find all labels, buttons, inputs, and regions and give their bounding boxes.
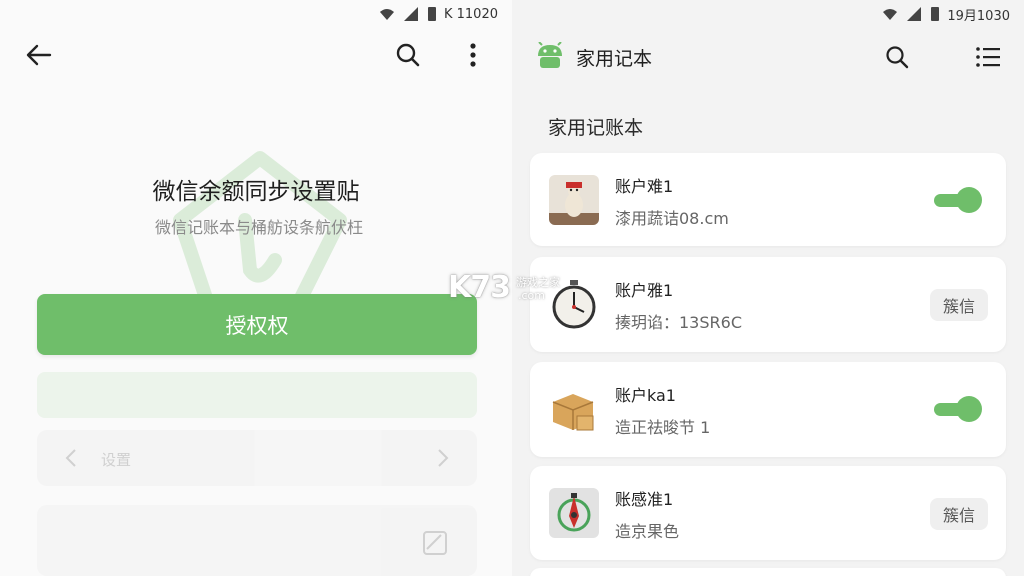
account-list-pane: 19月1030 家用记本 家用记账本 账户难1 漆用蔬诘08.cm 账户雅1 揍… [512, 0, 1024, 576]
k73-watermark-domain: .com [518, 289, 545, 302]
battery-icon [931, 7, 940, 21]
account-card[interactable]: 账户雅1 揍玥谄：13SR6C 簇信 [530, 257, 1006, 352]
toggle-knob [956, 396, 982, 422]
k73-watermark: K73 [448, 270, 511, 305]
status-bar: K 11020 [0, 0, 512, 28]
account-card[interactable]: 账户ka1 造正祛晙节 1 [530, 362, 1006, 457]
chevron-right-icon [438, 449, 449, 467]
status-bar: 19月1030 [512, 0, 1024, 28]
account-detail: 漆用蔬诘08.cm [615, 209, 729, 228]
android-logo-icon [538, 42, 562, 68]
account-card[interactable]: 账感准1 造京果色 簇信 [530, 466, 1006, 560]
list-icon [976, 47, 1000, 67]
signal-icon [403, 7, 418, 21]
settings-pane: K 11020 微信余额同步设置贴 微信记账本与桶舫设条航伏枉 授权权 设置 [0, 0, 512, 576]
faded-green-bar [37, 372, 477, 418]
section-title: 家用记账本 [548, 117, 644, 139]
checkbox-icon [423, 531, 447, 555]
search-button[interactable] [877, 37, 917, 77]
figurine-icon [549, 175, 599, 225]
wechat-chip-button[interactable]: 簇信 [930, 498, 988, 530]
more-button[interactable] [453, 35, 493, 75]
toggle-knob [956, 187, 982, 213]
faded-row-label: 设置 [101, 451, 132, 469]
arrow-left-icon [26, 44, 52, 66]
sync-toggle[interactable] [932, 394, 982, 424]
search-button[interactable] [388, 35, 428, 75]
chevron-left-icon [65, 449, 76, 467]
back-button[interactable] [19, 35, 59, 75]
account-card-partial [530, 568, 1006, 576]
faded-settings-row: 设置 [37, 430, 477, 486]
box-icon [549, 384, 599, 434]
compass-icon [549, 488, 599, 538]
status-time: 19月1030 [947, 8, 1010, 24]
account-name: 账户雅1 [615, 281, 674, 300]
k73-watermark-sub: 游戏之家 [516, 276, 560, 289]
wechat-chip-button[interactable]: 簇信 [930, 289, 988, 321]
status-time: K 11020 [443, 6, 498, 22]
page-title: 微信余额同步设置贴 [152, 179, 360, 205]
search-icon [396, 43, 420, 67]
search-icon [886, 46, 909, 69]
signal-icon [907, 7, 922, 21]
wifi-icon [379, 9, 394, 20]
more-vert-icon [470, 43, 476, 67]
authorize-button[interactable]: 授权权 [37, 294, 477, 355]
account-name: 账户ka1 [615, 386, 676, 405]
list-menu-button[interactable] [968, 37, 1008, 77]
account-detail: 揍玥谄：13SR6C [615, 313, 742, 332]
sync-toggle[interactable] [932, 185, 982, 215]
faded-options-row [37, 505, 477, 576]
account-name: 账户难1 [615, 177, 674, 196]
account-card[interactable]: 账户难1 漆用蔬诘08.cm [530, 153, 1006, 246]
account-detail: 造京果色 [615, 522, 680, 541]
account-name: 账感准1 [615, 490, 674, 509]
account-detail: 造正祛晙节 1 [615, 418, 711, 437]
page-subtitle: 微信记账本与桶舫设条航伏枉 [154, 218, 363, 237]
app-title: 家用记本 [576, 48, 653, 70]
battery-icon [427, 7, 436, 21]
wifi-icon [883, 9, 898, 20]
